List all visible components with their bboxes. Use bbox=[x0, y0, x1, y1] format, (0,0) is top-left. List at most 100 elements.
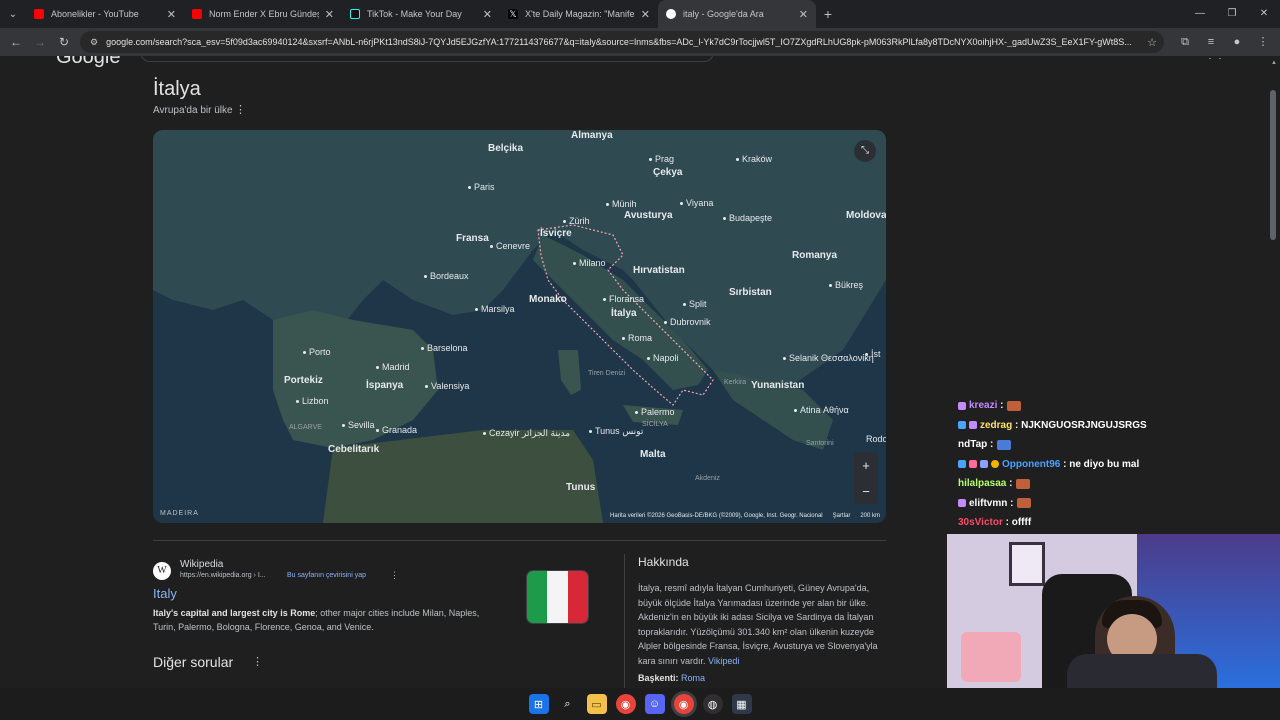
more-options-icon[interactable]: ⋮ bbox=[235, 103, 246, 116]
tiktok-icon bbox=[350, 9, 360, 19]
map-label: Palermo bbox=[635, 407, 675, 417]
about-source-link[interactable]: Vikipedi bbox=[708, 656, 739, 666]
chat-text: NJKNGUOSRJNGUJSRGS bbox=[1021, 419, 1147, 431]
extensions-icon[interactable]: ⧉ bbox=[1172, 28, 1198, 56]
tab-youtube[interactable]: Abonelikler - YouTube ✕ bbox=[26, 0, 184, 28]
close-icon[interactable]: ✕ bbox=[325, 8, 334, 21]
fullscreen-icon[interactable]: ⤡ bbox=[854, 140, 876, 162]
tab-google-search[interactable]: italy - Google'da Ara ✕ bbox=[658, 0, 816, 28]
chat-message: hilalpasaa : bbox=[958, 474, 1198, 494]
youtube-icon bbox=[34, 9, 44, 19]
chat-username: Opponent96 bbox=[1002, 458, 1061, 470]
map-label: Split bbox=[683, 299, 707, 309]
discord-icon[interactable]: ☺ bbox=[644, 694, 665, 714]
close-icon[interactable]: ✕ bbox=[641, 8, 650, 21]
search-box[interactable] bbox=[140, 56, 714, 62]
tab-youtube-norm[interactable]: Norm Ender X Ebru Gündeş - B ✕ bbox=[184, 0, 342, 28]
badge-icon bbox=[958, 401, 966, 410]
badge-icon bbox=[969, 460, 977, 469]
menu-kebab-icon[interactable]: ⋮ bbox=[1250, 28, 1276, 56]
map-label: Tunus bbox=[566, 482, 596, 493]
url-text[interactable]: google.com/search?sca_esv=5f09d3ac699401… bbox=[98, 37, 1140, 47]
map-label: İtalya bbox=[611, 308, 637, 319]
back-icon[interactable]: ← bbox=[4, 35, 28, 49]
map-label: Cebelitarık bbox=[328, 444, 380, 455]
restore-icon[interactable]: ❐ bbox=[1216, 0, 1248, 28]
address-bar[interactable]: ⚙ google.com/search?sca_esv=5f09d3ac6994… bbox=[80, 31, 1164, 53]
google-logo[interactable]: Google bbox=[56, 56, 121, 69]
window-controls: — ❐ ✕ bbox=[1184, 0, 1280, 28]
profile-avatar-icon[interactable]: ● bbox=[1224, 28, 1250, 56]
tab-x[interactable]: 𝕏 X'te Daily Magazin: "Manifest o ✕ bbox=[500, 0, 658, 28]
windows-start-icon[interactable]: ⊞ bbox=[528, 694, 549, 714]
map-label: Rodo bbox=[866, 434, 886, 444]
more-options-icon[interactable]: ⋮ bbox=[252, 655, 263, 668]
map-label: Münih bbox=[606, 199, 637, 209]
close-window-icon[interactable]: ✕ bbox=[1248, 0, 1280, 28]
map-terms-link[interactable]: Şartlar bbox=[833, 513, 851, 519]
tab-tiktok[interactable]: TikTok - Make Your Day ✕ bbox=[342, 0, 500, 28]
media-controls-icon[interactable]: ≡ bbox=[1198, 28, 1224, 56]
scroll-up-arrow-icon[interactable]: ▲ bbox=[1271, 60, 1277, 66]
reload-icon[interactable]: ↻ bbox=[52, 35, 76, 49]
map-label: Madrid bbox=[376, 362, 410, 372]
chat-username: ndTap bbox=[958, 439, 988, 450]
map-label: Kraków bbox=[736, 154, 772, 164]
result-site-name[interactable]: Wikipedia bbox=[180, 559, 223, 570]
map-panel[interactable]: Almanya Belçika Prag Çekya Kraków Paris … bbox=[153, 130, 886, 523]
os-taskbar: ⊞ ⌕ ▭ ◉ ☺ ◉ ◍ ▦ bbox=[0, 688, 1280, 720]
map-label: Fransa bbox=[456, 233, 489, 244]
badge-icon bbox=[958, 460, 966, 469]
forward-icon[interactable]: → bbox=[28, 35, 52, 49]
zoom-in-icon[interactable]: + bbox=[862, 458, 870, 473]
chrome-active-icon[interactable]: ◉ bbox=[673, 694, 694, 714]
map-label: İst bbox=[865, 349, 881, 359]
site-info-icon[interactable]: ⚙ bbox=[90, 37, 98, 48]
minimize-icon[interactable]: — bbox=[1184, 0, 1216, 28]
bookmark-star-icon[interactable]: ☆ bbox=[1140, 36, 1164, 49]
map-label: Atina Αθήνα bbox=[794, 405, 849, 415]
calculator-icon[interactable]: ▦ bbox=[731, 694, 752, 714]
new-tab-button[interactable]: + bbox=[816, 6, 840, 22]
webcam-overlay bbox=[947, 534, 1280, 688]
map-label: Dubrovnik bbox=[664, 317, 711, 327]
browser-tab-bar: ⌄ Abonelikler - YouTube ✕ Norm Ender X E… bbox=[0, 0, 1280, 28]
map-data-credit[interactable]: Harita verileri ©2026 GeoBasis-DE/BKG (©… bbox=[610, 513, 823, 519]
capital-row: Başkenti: Roma bbox=[638, 673, 705, 683]
result-url[interactable]: https://en.wikipedia.org › I... bbox=[180, 572, 266, 579]
file-explorer-icon[interactable]: ▭ bbox=[586, 694, 607, 714]
result-title-link[interactable]: Italy bbox=[153, 586, 177, 601]
close-icon[interactable]: ✕ bbox=[799, 8, 808, 21]
map-scale[interactable]: 200 km bbox=[860, 513, 880, 519]
map-label: Santorini bbox=[806, 440, 834, 447]
people-also-ask-title: Diğer sorular bbox=[153, 654, 234, 670]
capital-link[interactable]: Roma bbox=[681, 673, 705, 683]
tab-title: X'te Daily Magazin: "Manifest o bbox=[525, 9, 635, 19]
about-description: İtalya, resmî adıyla İtalyan Cumhuriyeti… bbox=[638, 581, 890, 669]
obs-icon[interactable]: ◍ bbox=[702, 694, 723, 714]
translate-page-link[interactable]: Bu sayfanın çevirisini yap bbox=[287, 572, 366, 579]
scrollbar-thumb[interactable] bbox=[1270, 90, 1276, 240]
apps-icon[interactable]: ⋮⋮ bbox=[1205, 56, 1225, 61]
close-icon[interactable]: ✕ bbox=[483, 8, 492, 21]
emote-icon bbox=[1016, 478, 1031, 489]
zoom-out-icon[interactable]: − bbox=[862, 484, 870, 499]
map-label: Marsilya bbox=[475, 304, 515, 314]
map-label: Yunanistan bbox=[751, 380, 805, 391]
tab-search-menu-icon[interactable]: ⌄ bbox=[0, 0, 26, 28]
emote-icon bbox=[1007, 400, 1022, 411]
capital-label: Başkenti: bbox=[638, 673, 679, 683]
map-label: Romanya bbox=[792, 250, 838, 261]
map-label: Napoli bbox=[647, 353, 679, 363]
tab-title: TikTok - Make Your Day bbox=[367, 9, 462, 19]
close-icon[interactable]: ✕ bbox=[167, 8, 176, 21]
badge-icon bbox=[991, 460, 999, 469]
browser-toolbar: ← → ↻ ⚙ google.com/search?sca_esv=5f09d3… bbox=[0, 28, 1280, 56]
search-icon[interactable]: ⌕ bbox=[558, 694, 578, 714]
map-label: Tiren Denizi bbox=[588, 370, 626, 377]
more-options-icon[interactable]: ⋮ bbox=[390, 570, 399, 581]
chat-username: zedrag bbox=[980, 419, 1013, 431]
chrome-icon[interactable]: ◉ bbox=[615, 694, 636, 714]
google-icon bbox=[666, 9, 676, 19]
map-label: Paris bbox=[468, 182, 495, 192]
